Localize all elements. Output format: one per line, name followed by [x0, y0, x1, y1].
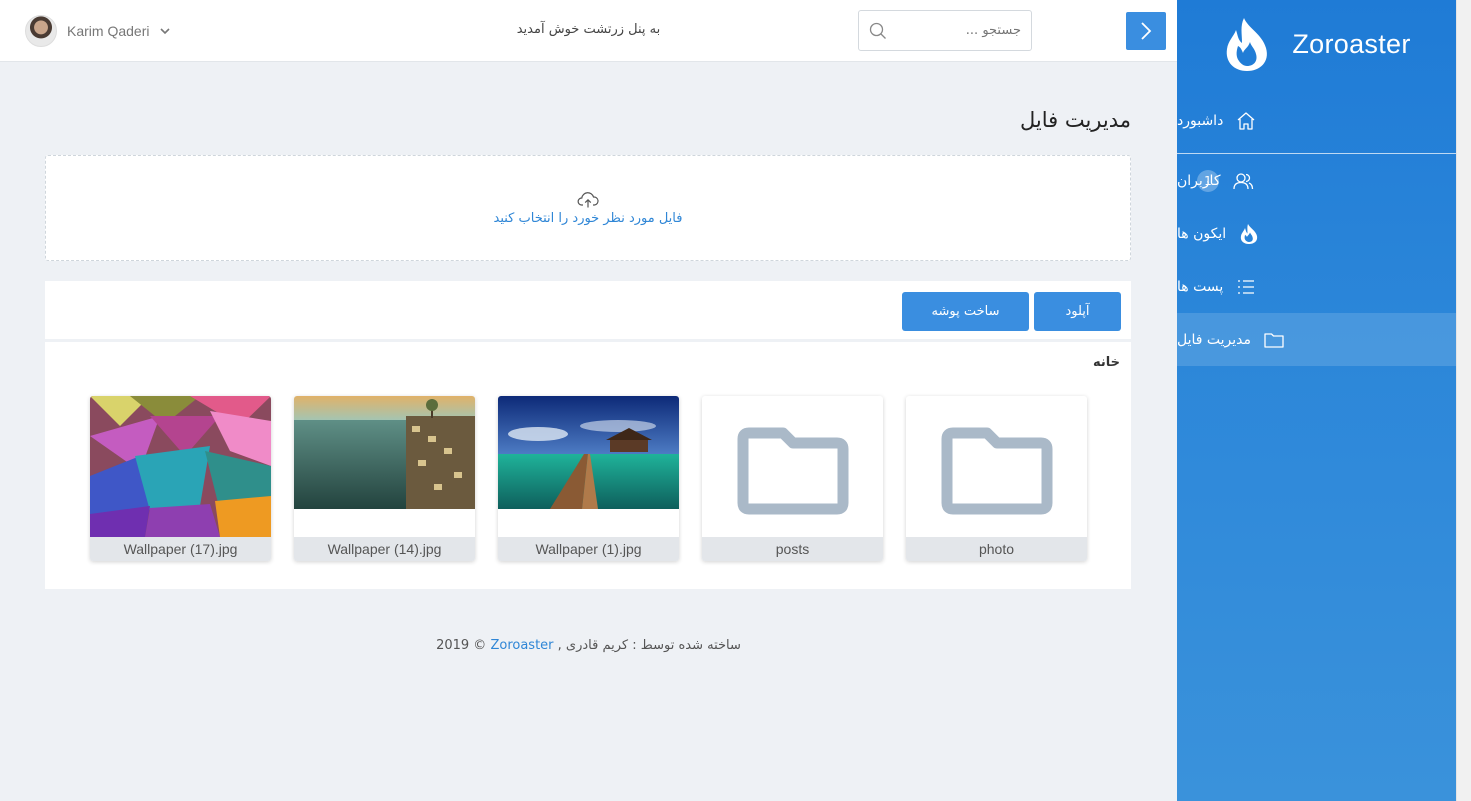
search-input[interactable]	[901, 23, 1021, 38]
file-item-wallpaper-17[interactable]: Wallpaper (17).jpg	[90, 396, 271, 561]
file-name: Wallpaper (1).jpg	[498, 537, 679, 561]
dropzone-text[interactable]: فایل مورد نظر خورد را انتخاب کنید	[494, 211, 683, 226]
file-item-posts[interactable]: posts	[702, 396, 883, 561]
brand[interactable]: Zoroaster	[1177, 0, 1456, 88]
users-icon	[1232, 170, 1254, 192]
file-name: posts	[702, 537, 883, 561]
home-icon	[1235, 110, 1257, 132]
page-scrollbar[interactable]	[1456, 0, 1471, 801]
sidebar-item-file-manager[interactable]: مدیریت فایل	[1177, 313, 1456, 366]
top-bar: Karim Qaderi به پنل زرتشت خوش آمدید	[0, 0, 1177, 62]
users-count-badge: 1	[1197, 169, 1219, 192]
new-folder-button[interactable]: ساخت پوشه	[902, 292, 1029, 331]
cloud-upload-icon	[577, 191, 599, 207]
list-icon	[1235, 276, 1257, 298]
brand-name: Zoroaster	[1292, 28, 1411, 59]
footer-year: 2019 ©	[436, 638, 487, 653]
folder-icon	[737, 427, 848, 514]
footer-credit: , ساخته شده توسط : کریم قادری	[557, 638, 741, 653]
wallpaper-17-image	[90, 396, 271, 537]
search-box[interactable]	[858, 10, 1032, 51]
file-item-wallpaper-14[interactable]: Wallpaper (14).jpg	[294, 396, 475, 561]
flame-icon	[1238, 223, 1260, 245]
sidebar-item-label: داشبورد	[1177, 112, 1224, 129]
sidebar-item-dashboard[interactable]: داشبورد	[1177, 88, 1456, 154]
breadcrumb[interactable]: خانه	[1093, 355, 1120, 370]
wallpaper-1-image	[498, 396, 679, 509]
sidebar-item-label: مدیریت فایل	[1177, 331, 1252, 348]
folder-thumbnail	[702, 396, 883, 537]
wallpaper-14-image	[294, 396, 475, 509]
folder-thumbnail	[906, 396, 1087, 537]
file-name: Wallpaper (17).jpg	[90, 537, 271, 561]
file-item-wallpaper-1[interactable]: Wallpaper (1).jpg	[498, 396, 679, 561]
sidebar-item-users[interactable]: کاربران 1	[1177, 154, 1456, 207]
search-icon[interactable]	[869, 22, 887, 40]
sidebar-item-posts[interactable]: پست ها	[1177, 260, 1456, 313]
sidebar-item-icons[interactable]: ایکون ها	[1177, 207, 1456, 260]
image-thumbnail	[90, 396, 271, 537]
file-name: photo	[906, 537, 1087, 561]
folder-icon	[941, 427, 1052, 514]
file-manager-panel: آپلود ساخت پوشه خانه photo posts Wallpap…	[45, 281, 1131, 589]
upload-button[interactable]: آپلود	[1034, 292, 1121, 331]
image-thumbnail	[294, 396, 475, 537]
footer-brand-link[interactable]: Zoroaster	[490, 638, 553, 653]
sidebar-item-label: ایکون ها	[1177, 225, 1227, 242]
chevron-right-icon	[1141, 22, 1152, 40]
file-toolbar: آپلود ساخت پوشه	[45, 281, 1131, 342]
file-item-photo[interactable]: photo	[906, 396, 1087, 561]
footer: 2019 © Zoroaster , ساخته شده توسط : کریم…	[0, 638, 1177, 653]
flame-logo-icon	[1227, 18, 1268, 71]
image-thumbnail	[498, 396, 679, 537]
file-dropzone[interactable]: فایل مورد نظر خورد را انتخاب کنید	[45, 155, 1131, 261]
sidebar: Zoroaster داشبورد کاربران 1 ایکون ها پست…	[1177, 0, 1456, 801]
sidebar-toggle-button[interactable]	[1126, 12, 1166, 50]
page-title: مدیریت فایل	[1019, 108, 1131, 132]
folder-icon	[1263, 329, 1285, 351]
sidebar-item-label: پست ها	[1177, 278, 1224, 295]
file-name: Wallpaper (14).jpg	[294, 537, 475, 561]
